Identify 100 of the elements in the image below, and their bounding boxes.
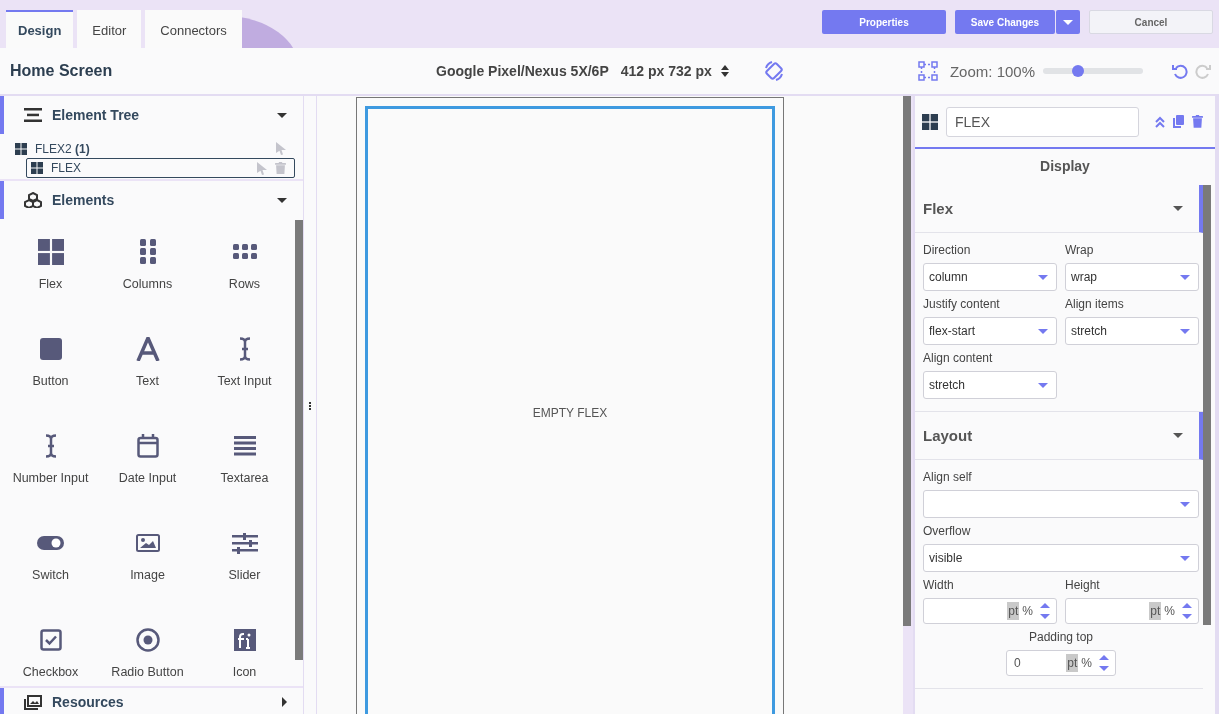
scrollbar[interactable] — [295, 220, 303, 660]
caret-icon — [1173, 206, 1183, 211]
caret-icon — [1180, 501, 1190, 507]
dropdown[interactable] — [923, 490, 1199, 518]
palette-item[interactable]: Checkbox — [2, 607, 99, 685]
zoom-label: Zoom: 100% — [949, 62, 1035, 80]
section-title: Layout — [923, 427, 974, 444]
tab[interactable]: Design — [6, 10, 74, 48]
field-label: Width — [923, 578, 955, 592]
image-icon — [135, 534, 160, 552]
section-title: Resources — [52, 694, 125, 710]
device-name[interactable]: Google Pixel/Nexus 5X/6P — [436, 63, 609, 79]
palette-item[interactable]: Columns — [99, 219, 196, 297]
caret-icon — [1038, 328, 1048, 334]
palette-item[interactable]: Flex — [2, 219, 99, 297]
element-name-field[interactable]: FLEX — [946, 106, 1139, 137]
save-options-button[interactable] — [1056, 10, 1080, 34]
dropdown[interactable]: flex-start — [923, 317, 1057, 345]
caret-icon — [1038, 382, 1048, 388]
unit-option[interactable]: pt — [1149, 602, 1162, 620]
field-label: Wrap — [1065, 243, 1095, 257]
tree-item[interactable]: FLEX — [26, 158, 295, 178]
dropdown[interactable]: visible — [923, 544, 1199, 572]
menu-icon — [24, 108, 42, 122]
palette-item[interactable]: Textarea — [196, 413, 293, 491]
properties-button[interactable]: Properties — [822, 10, 946, 34]
field-label: Justify content — [923, 297, 1001, 311]
text-cursor-icon — [238, 337, 251, 361]
section-header[interactable]: Flex — [915, 185, 1203, 233]
number-field[interactable]: pt % — [923, 598, 1057, 624]
palette-item[interactable]: Switch — [2, 510, 99, 588]
number-field[interactable]: 0 pt % — [1006, 650, 1116, 676]
palette-item[interactable]: Slider — [196, 510, 293, 588]
scrollbar[interactable] — [903, 96, 911, 626]
field-label: Align self — [923, 470, 973, 484]
rotate-icon — [762, 60, 785, 82]
collapse-icon — [1155, 115, 1165, 128]
palette-item[interactable]: Text — [99, 316, 196, 394]
dots-grid-icon — [139, 239, 156, 265]
palette-item[interactable]: Rows — [196, 219, 293, 297]
field-label: Overflow — [923, 524, 972, 538]
square-icon — [39, 338, 62, 360]
palette-item[interactable]: Radio Button — [99, 607, 196, 685]
grid-icon — [31, 162, 43, 174]
spinner-icon — [1099, 653, 1109, 673]
section-title: Element Tree — [52, 107, 141, 123]
tree-item-label: FLEX2 (1) — [35, 141, 91, 156]
flex-container[interactable]: EMPTY FLEX — [365, 106, 775, 714]
tree-item-label: FLEX — [51, 161, 82, 175]
trash-icon — [1192, 115, 1203, 128]
caret-icon — [1063, 19, 1073, 25]
palette-item[interactable]: Date Input — [99, 413, 196, 491]
font-icon — [233, 629, 256, 651]
panel-tab[interactable]: Display — [915, 149, 1215, 185]
undo-icon — [1172, 63, 1188, 79]
dropdown[interactable]: wrap — [1065, 263, 1199, 291]
field-label: Height — [1065, 578, 1101, 592]
grid-icon — [37, 239, 64, 265]
tab[interactable]: Connectors — [145, 10, 242, 48]
spinner-icon — [1182, 601, 1192, 621]
field-label: Direction — [923, 243, 972, 257]
number-field[interactable]: pt % — [1065, 598, 1199, 624]
sort-icon — [720, 65, 729, 77]
palette-item[interactable]: Button — [2, 316, 99, 394]
palette-item[interactable]: Text Input — [196, 316, 293, 394]
palette-item[interactable]: Image — [99, 510, 196, 588]
zoom-slider[interactable] — [1043, 68, 1143, 74]
caret-icon — [1180, 328, 1190, 334]
spinner-icon — [1040, 601, 1050, 621]
dropdown[interactable]: column — [923, 263, 1057, 291]
caret-icon — [1173, 433, 1183, 438]
sliders-icon — [231, 532, 258, 554]
screen-title: Home Screen — [10, 62, 114, 80]
slider-thumb[interactable] — [1072, 65, 1084, 77]
unit-option[interactable]: % — [1021, 602, 1034, 620]
section-header[interactable]: Layout — [915, 412, 1203, 460]
save-changes-button[interactable]: Save Changes — [955, 10, 1055, 34]
dropdown[interactable]: stretch — [923, 371, 1057, 399]
caret-icon — [1180, 555, 1190, 561]
unit-option[interactable]: % — [1163, 602, 1176, 620]
field-label: Align items — [1065, 297, 1125, 311]
tree-item[interactable]: FLEX2 (1) — [14, 139, 295, 158]
cubes-icon — [24, 192, 42, 208]
calendar-icon — [136, 434, 159, 458]
screen-dimensions[interactable]: 412 px 732 px — [620, 63, 712, 79]
text-cursor-icon — [44, 434, 57, 458]
unit-option[interactable]: % — [1080, 654, 1093, 672]
dropdown[interactable]: stretch — [1065, 317, 1199, 345]
scrollbar[interactable] — [1203, 185, 1211, 625]
pointer-icon — [276, 142, 286, 155]
caret-icon — [277, 112, 287, 118]
fit-screen-icon — [917, 61, 938, 81]
unit-option[interactable]: pt — [1007, 602, 1020, 620]
caret-icon — [1180, 274, 1190, 280]
unit-option[interactable]: pt — [1066, 654, 1079, 672]
tab[interactable]: Editor — [77, 10, 142, 48]
grid-icon — [15, 142, 27, 155]
palette-item[interactable]: Number Input — [2, 413, 99, 491]
palette-item[interactable]: Icon — [196, 607, 293, 685]
cancel-button[interactable]: Cancel — [1089, 10, 1213, 34]
